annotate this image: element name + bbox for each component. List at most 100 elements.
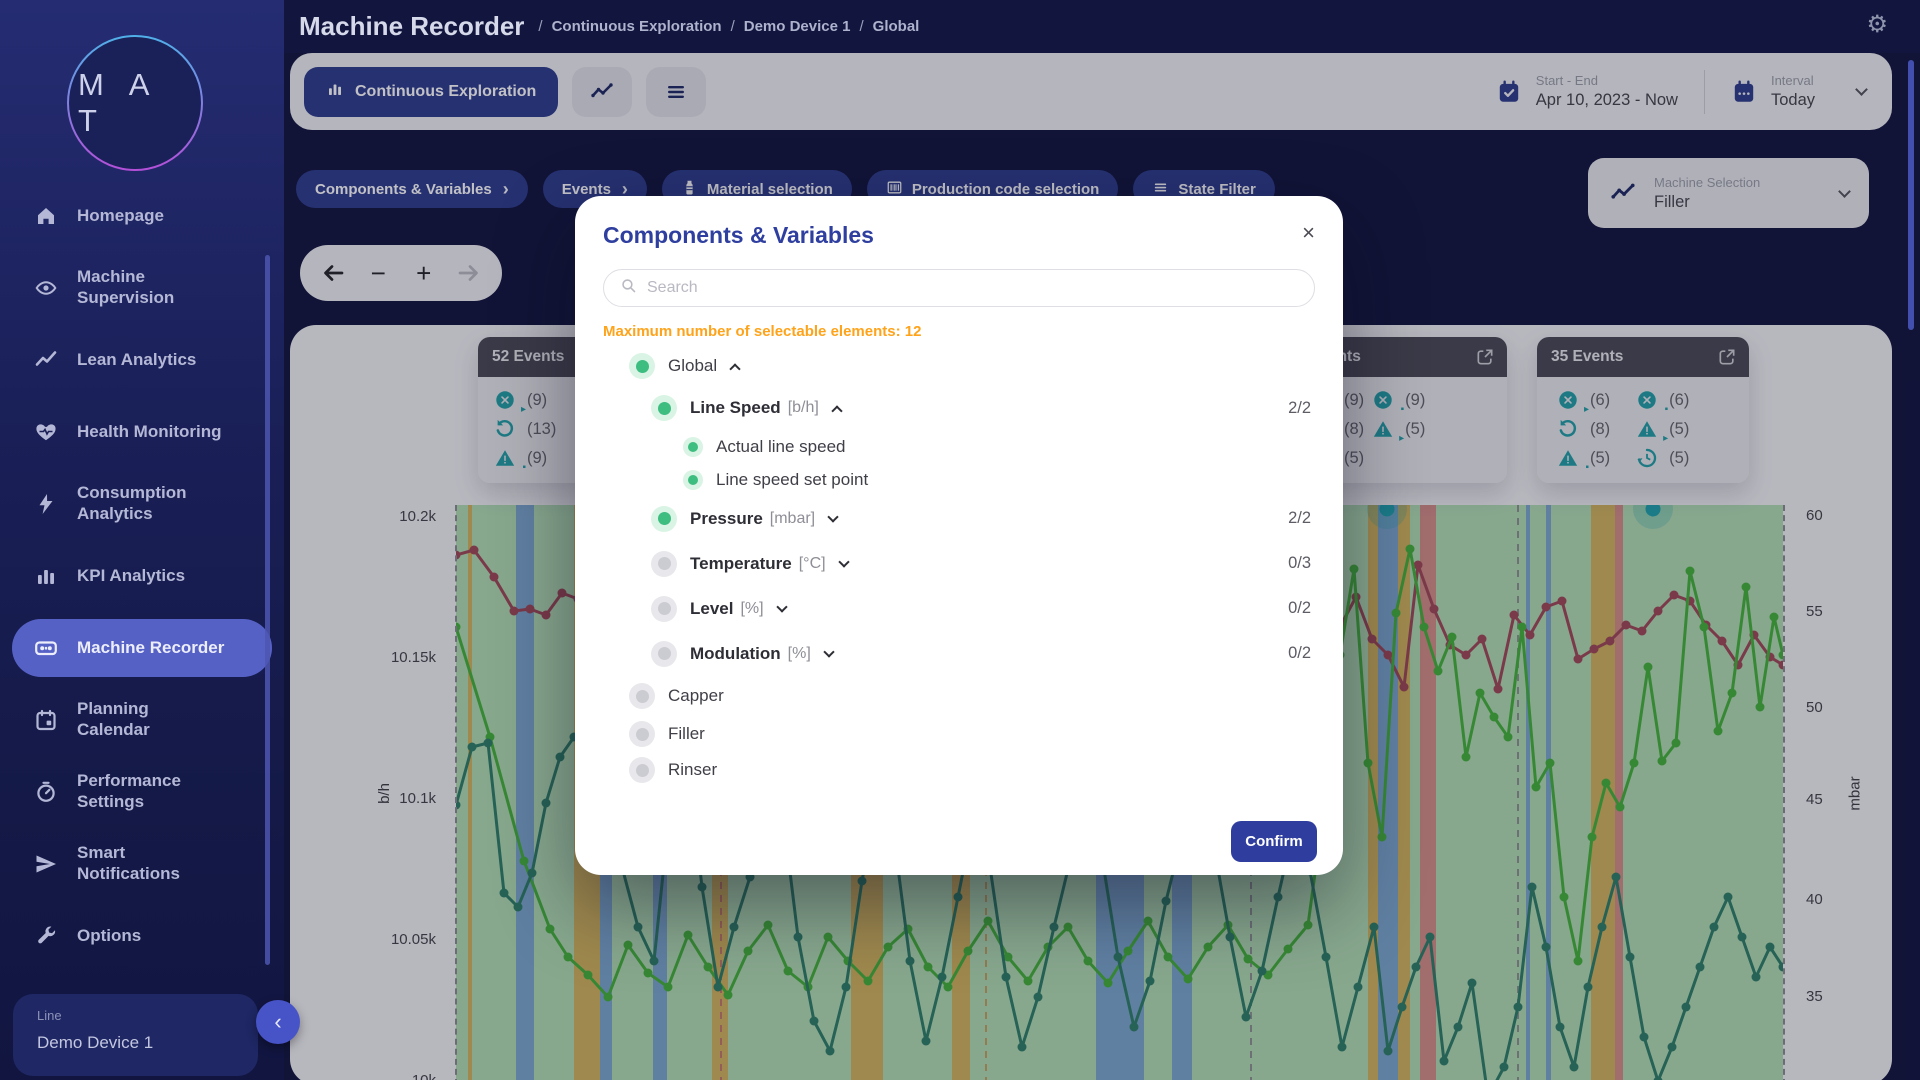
breadcrumb-item[interactable]: Continuous Exploration — [552, 18, 722, 35]
sidebar-item-kpi-analytics[interactable]: KPI Analytics — [0, 540, 284, 612]
sidebar-item-planning-calendar[interactable]: Planning Calendar — [0, 684, 284, 756]
sidebar-item-label: Health Monitoring — [77, 422, 221, 443]
sidebar-item-label: Smart Notifications — [77, 843, 180, 884]
sidebar-item-label: Machine Recorder — [77, 638, 224, 659]
chevron-left-icon: ‹ — [274, 1009, 281, 1035]
radio-core — [636, 764, 649, 777]
radio-core — [658, 647, 671, 660]
selected-radio[interactable] — [683, 437, 703, 457]
confirm-button[interactable]: Confirm — [1231, 821, 1317, 862]
send-icon — [34, 852, 58, 876]
radio-core — [688, 442, 698, 452]
breadcrumb-item[interactable]: Global — [873, 18, 920, 35]
breadcrumb-separator: / — [538, 18, 542, 35]
breadcrumb-item[interactable]: Demo Device 1 — [744, 18, 851, 35]
heart-icon — [34, 420, 58, 444]
selection-count: 0/2 — [1288, 599, 1311, 618]
tree-row-label: Temperature — [690, 554, 792, 574]
sidebar-collapse-button[interactable]: ‹ — [256, 1000, 300, 1044]
tree-row-label: Level — [690, 599, 733, 619]
radio-core — [636, 728, 649, 741]
radio-core — [658, 602, 671, 615]
selected-radio[interactable] — [629, 353, 655, 379]
search-icon — [620, 277, 637, 299]
tree-row-level[interactable]: Level[%]0/2 — [603, 586, 1315, 631]
sidebar-item-machine-recorder[interactable]: Machine Recorder — [12, 619, 272, 677]
sidebar-item-homepage[interactable]: Homepage — [0, 180, 284, 252]
line-selector-card[interactable]: Line Demo Device 1 — [13, 994, 258, 1076]
tree-row-unit: [°C] — [799, 555, 826, 573]
tree-row-label: Actual line speed — [716, 437, 845, 457]
tree-row-pressure[interactable]: Pressure[mbar]2/2 — [603, 496, 1315, 541]
sidebar-item-health-monitoring[interactable]: Health Monitoring — [0, 396, 284, 468]
radio-core — [658, 512, 671, 525]
radio-core — [688, 475, 698, 485]
unselected-radio[interactable] — [629, 721, 655, 747]
tree-row-capper[interactable]: Capper — [603, 676, 1315, 716]
tree-row-line-speed[interactable]: Line Speed[b/h]2/2 — [603, 386, 1315, 430]
search-input[interactable] — [647, 279, 1298, 297]
bolt-icon — [34, 492, 58, 516]
sidebar-item-label: KPI Analytics — [77, 566, 185, 587]
sidebar-scrollbar[interactable] — [265, 255, 270, 965]
tree-row-label: Line Speed — [690, 398, 781, 418]
unselected-radio[interactable] — [629, 757, 655, 783]
sidebar-item-label: Machine Supervision — [77, 267, 174, 308]
selected-radio[interactable] — [651, 395, 677, 421]
selection-count: 2/2 — [1288, 509, 1311, 528]
bars-icon — [34, 564, 58, 588]
chevron-up-icon[interactable] — [729, 363, 740, 374]
page-title: Machine Recorder — [299, 11, 524, 42]
tree-row-unit: [%] — [788, 645, 811, 663]
tree-row-temperature[interactable]: Temperature [°C] 0/3 — [603, 541, 1315, 586]
unselected-radio[interactable] — [629, 683, 655, 709]
sidebar-item-performance-settings[interactable]: Performance Settings — [0, 756, 284, 828]
variables-tree: GlobalLine Speed[b/h]2/2 Actual line spee… — [603, 346, 1315, 788]
tree-row-modulation[interactable]: Modulation [%] 0/2 — [603, 631, 1315, 676]
unselected-radio[interactable] — [651, 641, 677, 667]
sidebar-item-smart-notifications[interactable]: Smart Notifications — [0, 828, 284, 900]
tree-row-unit: [mbar] — [770, 510, 815, 528]
unselected-radio[interactable] — [651, 596, 677, 622]
chevron-down-icon[interactable] — [827, 511, 838, 522]
selected-radio[interactable] — [651, 506, 677, 532]
radio-core — [658, 557, 671, 570]
eye-icon — [34, 276, 58, 300]
gear-icon[interactable]: ⚙ — [1866, 13, 1888, 37]
max-selectable-warning: Maximum number of selectable elements: 1… — [603, 323, 1315, 340]
tree-row-actual-line-speed[interactable]: Actual line speed — [603, 430, 1315, 463]
selection-count: 0/3 — [1288, 554, 1311, 573]
chevron-down-icon[interactable] — [838, 556, 849, 567]
sidebar-nav: Homepage Machine Supervision Lean Analytic… — [0, 180, 284, 972]
tree-row-rinser[interactable]: Rinser — [603, 752, 1315, 788]
unselected-radio[interactable] — [651, 551, 677, 577]
sidebar-item-options[interactable]: Options — [0, 900, 284, 972]
line-value: Demo Device 1 — [37, 1033, 258, 1053]
home-icon — [34, 204, 58, 228]
tree-row-filler[interactable]: Filler — [603, 716, 1315, 752]
wrench-icon — [34, 924, 58, 948]
chevron-down-icon[interactable] — [823, 646, 834, 657]
chevron-up-icon[interactable] — [831, 405, 842, 416]
tree-row-label: Filler — [668, 724, 705, 744]
tree-row-line-speed-set-point[interactable]: Line speed set point — [603, 463, 1315, 496]
page-scrollbar[interactable] — [1908, 60, 1914, 330]
sidebar-item-label: Planning Calendar — [77, 699, 150, 740]
sidebar-item-consumption-analytics[interactable]: Consumption Analytics — [0, 468, 284, 540]
selection-count: 0/2 — [1288, 644, 1311, 663]
sidebar-item-lean-analytics[interactable]: Lean Analytics — [0, 324, 284, 396]
selected-radio[interactable] — [683, 470, 703, 490]
close-icon[interactable]: × — [1302, 220, 1315, 246]
calendar-icon — [34, 708, 58, 732]
chevron-down-icon[interactable] — [776, 601, 787, 612]
tree-row-label: Modulation — [690, 644, 781, 664]
breadcrumb-separator: / — [731, 18, 735, 35]
selection-count: 2/2 — [1288, 399, 1311, 418]
recorder-icon — [34, 636, 58, 660]
sidebar-item-machine-supervision[interactable]: Machine Supervision — [0, 252, 284, 324]
sidebar: M A T HomepageMachine SupervisionLean An… — [0, 0, 284, 1080]
gauge-icon — [34, 780, 58, 804]
tree-row-global[interactable]: Global — [603, 346, 1315, 386]
line-label: Line — [37, 1008, 258, 1023]
search-box — [603, 269, 1315, 307]
